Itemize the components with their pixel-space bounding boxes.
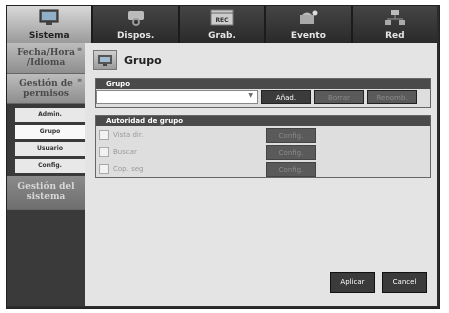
tab-grab-label: Grab. xyxy=(208,31,236,41)
page-title-bar: Grupo xyxy=(93,50,162,70)
perm-row-copseg: Cop. seg xyxy=(96,161,430,177)
sidebar-item-admin[interactable]: Admin. xyxy=(15,108,85,125)
grupo-select[interactable]: ▼ xyxy=(96,90,258,104)
add-button[interactable]: Añad. xyxy=(261,90,311,104)
tab-evento[interactable]: Evento xyxy=(266,6,351,43)
sidebar-gestion-sistema-label: Gestión del sistema xyxy=(17,182,75,202)
top-nav: Sistema Dispos. REC Grab. Evento Red xyxy=(7,6,438,43)
page-title: Grupo xyxy=(124,53,162,67)
sidebar-item-config[interactable]: Config. xyxy=(15,159,85,176)
sidebar: ≡ Fecha/Hora /Idioma ≡ Gestión de permis… xyxy=(7,43,85,306)
content-area: Grupo Grupo ▼ Añad. Borrar Renomb. Autor… xyxy=(85,43,437,306)
copseg-label: Cop. seg xyxy=(113,165,144,173)
tab-dispos-label: Dispos. xyxy=(116,31,155,41)
tab-sistema-label: Sistema xyxy=(28,31,70,41)
sidebar-gestion-sistema[interactable]: Gestión del sistema xyxy=(7,176,85,210)
tab-red[interactable]: Red xyxy=(352,6,438,43)
vista-label: Vista dir. xyxy=(113,131,144,139)
camera-icon xyxy=(121,9,151,27)
autoridad-header: Autoridad de grupo xyxy=(96,116,430,126)
tab-red-label: Red xyxy=(385,31,405,41)
perm-row-vista: Vista dir. xyxy=(96,127,430,143)
rec-icon: REC xyxy=(207,9,237,27)
grupo-row: ▼ Añad. Borrar Renomb. xyxy=(96,90,417,104)
apply-button[interactable]: Aplicar xyxy=(330,272,375,293)
cancel-button[interactable]: Cancel xyxy=(382,272,427,293)
buscar-label: Buscar xyxy=(113,148,137,156)
sidebar-item-grupo[interactable]: Grupo xyxy=(15,125,85,142)
sidebar-item-usuario[interactable]: Usuario xyxy=(15,142,85,159)
tab-evento-label: Evento xyxy=(290,31,326,41)
vista-checkbox[interactable] xyxy=(99,130,109,140)
chevron-down-icon: ▼ xyxy=(248,92,253,99)
copseg-checkbox[interactable] xyxy=(99,164,109,174)
grupo-panel: Grupo ▼ Añad. Borrar Renomb. xyxy=(95,78,431,108)
alarm-icon xyxy=(293,9,323,27)
monitor-icon xyxy=(93,50,117,70)
expand-icon: ≡ xyxy=(76,46,82,53)
grupo-header: Grupo xyxy=(96,79,430,89)
network-icon xyxy=(380,9,410,27)
sidebar-gestion-permisos[interactable]: ≡ Gestión de permisos xyxy=(7,74,85,104)
svg-text:REC: REC xyxy=(215,17,229,24)
tab-dispos[interactable]: Dispos. xyxy=(93,6,178,43)
vista-config-button[interactable]: Config. xyxy=(266,128,316,143)
buscar-config-button[interactable]: Config. xyxy=(266,145,316,160)
sidebar-gestion-permisos-label: Gestión de permisos xyxy=(19,79,73,99)
perm-row-buscar: Buscar xyxy=(96,144,430,160)
delete-button[interactable]: Borrar xyxy=(314,90,364,104)
monitor-icon xyxy=(34,9,64,27)
sidebar-fecha-label: Fecha/Hora /Idioma xyxy=(17,48,75,68)
rename-button[interactable]: Renomb. xyxy=(367,90,417,104)
sidebar-fecha-hora[interactable]: ≡ Fecha/Hora /Idioma xyxy=(7,43,85,74)
tab-sistema[interactable]: Sistema xyxy=(7,6,92,43)
buscar-checkbox[interactable] xyxy=(99,147,109,157)
copseg-config-button[interactable]: Config. xyxy=(266,162,316,177)
autoridad-panel: Autoridad de grupo Vista dir. Config. Bu… xyxy=(95,115,431,178)
expand-icon: ≡ xyxy=(76,77,82,84)
tab-grab[interactable]: REC Grab. xyxy=(179,6,265,43)
